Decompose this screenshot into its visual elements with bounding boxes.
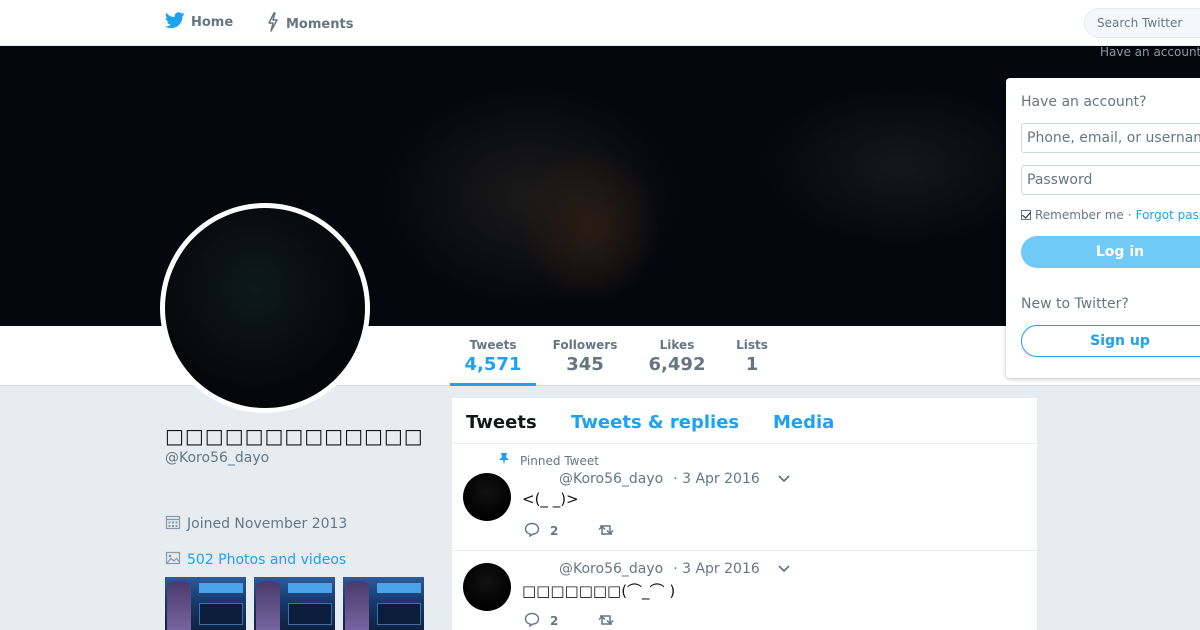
stat-value: 6,492 bbox=[648, 354, 706, 375]
login-button-label: Log in bbox=[1095, 244, 1145, 260]
retweet-button[interactable] bbox=[596, 613, 616, 630]
media-thumbnail[interactable] bbox=[343, 577, 424, 630]
lightning-icon bbox=[266, 12, 280, 36]
remember-me-checkbox[interactable] bbox=[1021, 210, 1031, 220]
reply-icon bbox=[524, 522, 540, 540]
stat-label: Followers bbox=[552, 338, 618, 352]
stat-value: 1 bbox=[745, 354, 759, 375]
profile-handle[interactable]: @Koro56_dayo bbox=[165, 450, 269, 466]
signup-button[interactable]: Sign up bbox=[1021, 325, 1200, 357]
tweet-handle[interactable]: @Koro56_dayo bbox=[559, 471, 663, 487]
reply-count: 2 bbox=[550, 524, 559, 538]
stat-value: 345 bbox=[566, 354, 604, 375]
timeline-tabs: Tweets Tweets & replies Media bbox=[452, 398, 1037, 444]
profile-name: □□□□□□□□□□□□□ bbox=[165, 424, 424, 448]
reply-icon bbox=[524, 612, 540, 630]
retweet-button[interactable] bbox=[596, 523, 616, 540]
nav-moments-label: Moments bbox=[286, 16, 354, 32]
tab-media[interactable]: Media bbox=[773, 412, 834, 433]
tab-tweets[interactable]: Tweets bbox=[466, 412, 537, 433]
top-navigation: Home Moments Search Twitter bbox=[0, 0, 1200, 46]
timeline: Tweets Tweets & replies Media Pinned Twe… bbox=[451, 397, 1039, 630]
stat-lists[interactable]: Lists 1 bbox=[733, 338, 771, 375]
pinned-indicator: Pinned Tweet bbox=[498, 452, 599, 469]
tweet-text: <(_ _)> bbox=[522, 490, 579, 508]
reply-button[interactable]: 2 bbox=[524, 612, 558, 630]
tweet-actions: 2 bbox=[524, 612, 654, 630]
media-thumbnail[interactable] bbox=[165, 577, 246, 630]
separator: · bbox=[1127, 208, 1132, 222]
tweet-handle[interactable]: @Koro56_dayo bbox=[559, 561, 663, 577]
stat-followers[interactable]: Followers 345 bbox=[549, 338, 621, 375]
retweet-icon bbox=[596, 523, 616, 540]
new-to-twitter-label: New to Twitter? bbox=[1021, 296, 1129, 312]
retweet-icon bbox=[596, 613, 616, 630]
joined-text: Joined November 2013 bbox=[187, 516, 348, 532]
remember-me-label[interactable]: Remember me bbox=[1035, 208, 1124, 222]
tweet-date[interactable]: · 3 Apr 2016 bbox=[673, 561, 760, 577]
chevron-down-icon[interactable] bbox=[778, 472, 790, 486]
nav-home[interactable]: Home bbox=[164, 12, 234, 33]
tweet-header: @Koro56_dayo · 3 Apr 2016 bbox=[559, 561, 790, 577]
username-field[interactable]: Phone, email, or username bbox=[1021, 123, 1200, 153]
pinned-label: Pinned Tweet bbox=[520, 453, 599, 468]
media-thumbnails bbox=[165, 577, 424, 630]
profile-avatar[interactable] bbox=[160, 203, 370, 413]
chevron-down-icon[interactable] bbox=[778, 562, 790, 576]
nav-moments[interactable]: Moments bbox=[266, 12, 353, 36]
tab-tweets-replies[interactable]: Tweets & replies bbox=[571, 412, 739, 433]
tweet-text: □□□□□□□(⌒_⌒ ) bbox=[522, 582, 676, 600]
tweet[interactable]: @Koro56_dayo · 3 Apr 2016 □□□□□□□(⌒_⌒ ) … bbox=[452, 551, 1039, 630]
stat-label: Likes bbox=[659, 338, 695, 352]
login-title: Have an account? bbox=[1021, 94, 1147, 110]
stat-value: 4,571 bbox=[464, 354, 522, 375]
forgot-password-link[interactable]: Forgot password? bbox=[1136, 208, 1200, 222]
photos-videos-link[interactable]: 502 Photos and videos bbox=[165, 550, 346, 570]
pin-icon bbox=[498, 452, 512, 469]
have-account-link[interactable]: Have an account? bbox=[1100, 45, 1200, 59]
joined-date: Joined November 2013 bbox=[165, 514, 347, 534]
login-dropdown: Have an account? Phone, email, or userna… bbox=[1006, 78, 1200, 378]
reply-count: 2 bbox=[550, 614, 559, 628]
tweet[interactable]: Pinned Tweet @Koro56_dayo · 3 Apr 2016 <… bbox=[452, 444, 1039, 551]
reply-button[interactable]: 2 bbox=[524, 522, 558, 540]
image-icon bbox=[165, 550, 181, 570]
stat-label: Lists bbox=[736, 338, 768, 352]
tweet-avatar[interactable] bbox=[463, 563, 511, 611]
tweet-actions: 2 bbox=[524, 522, 654, 540]
photos-videos-label: 502 Photos and videos bbox=[187, 552, 347, 568]
calendar-icon bbox=[165, 514, 181, 534]
login-button[interactable]: Log in bbox=[1021, 236, 1200, 268]
stat-label: Tweets bbox=[469, 338, 517, 352]
search-input[interactable]: Search Twitter bbox=[1084, 8, 1200, 38]
signup-button-label: Sign up bbox=[1090, 333, 1150, 349]
nav-home-label: Home bbox=[191, 15, 234, 30]
tweet-date[interactable]: · 3 Apr 2016 bbox=[673, 471, 760, 487]
stat-likes[interactable]: Likes 6,492 bbox=[645, 338, 709, 375]
tweet-header: @Koro56_dayo · 3 Apr 2016 bbox=[559, 471, 790, 487]
twitter-bird-icon bbox=[164, 12, 185, 33]
password-field[interactable]: Password bbox=[1021, 165, 1200, 195]
media-thumbnail[interactable] bbox=[254, 577, 335, 630]
stat-tweets[interactable]: Tweets 4,571 bbox=[450, 338, 536, 386]
remember-me-row: Remember me · Forgot password? bbox=[1021, 208, 1200, 222]
tweet-avatar[interactable] bbox=[463, 473, 511, 521]
